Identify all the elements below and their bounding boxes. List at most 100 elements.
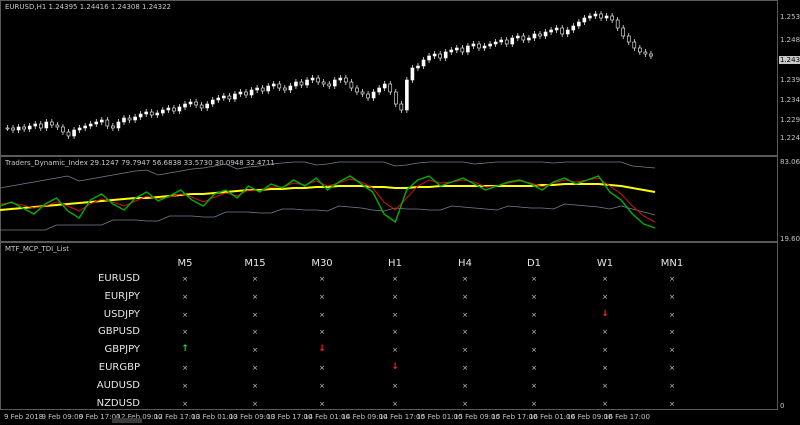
candle-body xyxy=(222,95,226,99)
candle-body xyxy=(249,89,254,96)
timeframe-header-h1: H1 xyxy=(388,258,402,269)
neutral-signal-icon: × xyxy=(531,364,537,372)
candle-body xyxy=(388,83,393,93)
price-axis-label: 1.22940 xyxy=(780,116,800,124)
neutral-signal-icon: × xyxy=(252,310,258,319)
neutral-signal-icon: × xyxy=(252,399,258,408)
candle-body xyxy=(621,27,626,37)
neutral-signal-icon: × xyxy=(602,346,608,355)
candle-body xyxy=(604,15,609,19)
candle-body xyxy=(344,77,348,83)
price-axis-label: 1.23430 xyxy=(780,96,800,104)
candle-body xyxy=(405,79,409,111)
down-arrow-icon: ↓ xyxy=(318,344,326,355)
price-axis-label: 1.25350 xyxy=(780,13,800,21)
up-arrow-icon: ↑ xyxy=(181,344,189,355)
candle-body xyxy=(466,45,470,53)
neutral-signal-icon: × xyxy=(319,292,325,301)
candle-body xyxy=(271,83,276,87)
neutral-signal-icon: × xyxy=(319,381,325,390)
candle-body xyxy=(172,107,176,112)
candle-body xyxy=(471,43,476,47)
candle-body xyxy=(638,47,642,53)
candle-body xyxy=(371,91,376,99)
symbol-label-nzdusd: NZDUSD xyxy=(96,397,140,409)
candle-body xyxy=(321,81,326,85)
candle-body xyxy=(233,93,237,100)
neutral-signal-icon: × xyxy=(669,399,675,408)
candle-body xyxy=(310,77,315,81)
candle-body xyxy=(532,33,537,39)
candle-body xyxy=(366,93,370,99)
neutral-signal-icon: × xyxy=(669,364,675,372)
price-axis-label: 1.24870 xyxy=(780,36,800,44)
candle-body xyxy=(554,27,559,31)
candle-body xyxy=(27,125,32,130)
candle-body xyxy=(22,126,26,130)
candle-body xyxy=(493,41,498,45)
candle-body xyxy=(260,87,265,92)
candle-body xyxy=(588,15,592,19)
candle-body xyxy=(615,19,620,29)
candle-body xyxy=(593,13,598,17)
candle-body xyxy=(216,97,221,101)
candle-body xyxy=(349,81,354,89)
candle-body xyxy=(99,119,104,123)
neutral-signal-icon: × xyxy=(669,328,675,337)
candle-body xyxy=(277,83,282,89)
time-axis-label: 9 Feb 2018 xyxy=(4,413,44,421)
price-axis-label: 1.22460 xyxy=(780,134,800,142)
candle-body xyxy=(194,101,198,106)
candle-body xyxy=(610,15,614,21)
neutral-signal-icon: × xyxy=(319,310,325,319)
current-price-tag: 1.24322 xyxy=(779,56,800,64)
tdi-lines xyxy=(0,161,656,231)
neutral-signal-icon: × xyxy=(531,399,537,408)
candle-body xyxy=(55,124,60,128)
timeframe-header-h4: H4 xyxy=(458,258,472,269)
neutral-signal-icon: × xyxy=(319,364,325,372)
candle-body xyxy=(177,106,182,112)
neutral-signal-icon: × xyxy=(252,381,258,390)
neutral-signal-icon: × xyxy=(252,346,258,355)
neutral-signal-icon: × xyxy=(182,310,188,319)
candle-body xyxy=(527,37,531,41)
candle-body xyxy=(305,79,309,86)
neutral-signal-icon: × xyxy=(531,275,537,283)
neutral-signal-icon: × xyxy=(602,364,608,372)
candle-body xyxy=(399,103,404,111)
neutral-signal-icon: × xyxy=(462,364,468,372)
candle-body xyxy=(133,116,137,121)
neutral-signal-icon: × xyxy=(392,275,398,283)
candle-body xyxy=(188,101,193,105)
candle-body xyxy=(155,112,160,116)
neutral-signal-icon: × xyxy=(462,399,468,408)
down-arrow-icon: ↓ xyxy=(391,362,399,372)
neutral-signal-icon: × xyxy=(392,346,398,355)
neutral-signal-icon: × xyxy=(462,275,468,283)
candle-body xyxy=(626,35,631,43)
candle-body xyxy=(255,87,259,91)
neutral-signal-icon: × xyxy=(602,275,608,283)
neutral-signal-icon: × xyxy=(392,310,398,319)
candle-body xyxy=(11,127,15,131)
candle-body xyxy=(5,127,10,130)
candle-body xyxy=(88,123,93,127)
tdi-axis-max: 83.0698 xyxy=(780,158,800,166)
neutral-signal-icon: × xyxy=(669,346,675,355)
candle-body xyxy=(482,45,487,49)
candle-body xyxy=(455,47,459,51)
list-axis-zero: 0 xyxy=(780,402,785,410)
candle-body xyxy=(122,117,126,123)
chart-scroll-marker[interactable] xyxy=(112,418,142,423)
tdi-axis-min: 19.6084 xyxy=(780,235,800,243)
neutral-signal-icon: × xyxy=(252,328,258,337)
neutral-signal-icon: × xyxy=(531,381,537,390)
neutral-signal-icon: × xyxy=(252,275,258,283)
candle-body xyxy=(543,31,548,37)
timeframe-header-w1: W1 xyxy=(596,258,614,269)
candle-body xyxy=(382,83,387,89)
candle-body xyxy=(549,29,553,33)
candle-body xyxy=(61,126,65,133)
candle-body xyxy=(266,85,271,92)
